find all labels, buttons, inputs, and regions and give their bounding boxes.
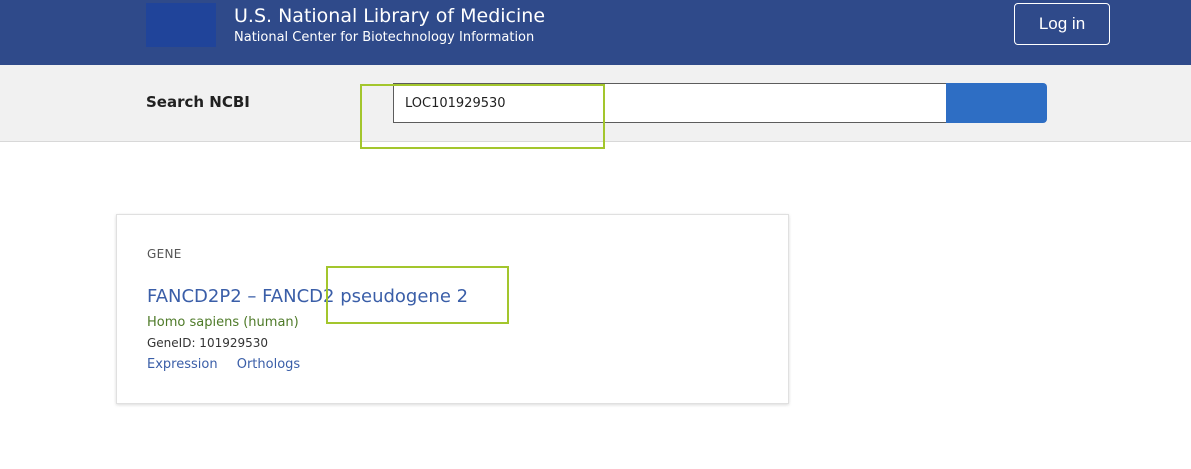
result-card: GENE FANCD2P2 – FANCD2 pseudogene 2 Homo… xyxy=(116,214,789,404)
result-title-link[interactable]: FANCD2P2 – FANCD2 pseudogene 2 xyxy=(147,286,468,307)
nlm-logo[interactable] xyxy=(146,3,216,47)
org-subtitle: National Center for Biotechnology Inform… xyxy=(234,30,535,45)
search-input[interactable]: LOC101929530 xyxy=(393,83,946,123)
search-label: Search NCBI xyxy=(146,93,250,111)
site-header: U.S. National Library of Medicine Nation… xyxy=(0,0,1191,65)
org-title: U.S. National Library of Medicine xyxy=(234,5,546,27)
result-organism: Homo sapiens (human) xyxy=(147,315,299,330)
result-links: Expression Orthologs xyxy=(147,357,315,372)
search-bar: Search NCBI LOC101929530 xyxy=(0,65,1191,142)
result-type: GENE xyxy=(147,247,182,261)
expression-link[interactable]: Expression xyxy=(147,357,218,372)
login-button[interactable]: Log in xyxy=(1014,3,1110,45)
result-gene-id: GeneID: 101929530 xyxy=(147,336,269,350)
orthologs-link[interactable]: Orthologs xyxy=(237,357,300,372)
search-button[interactable] xyxy=(946,83,1047,123)
